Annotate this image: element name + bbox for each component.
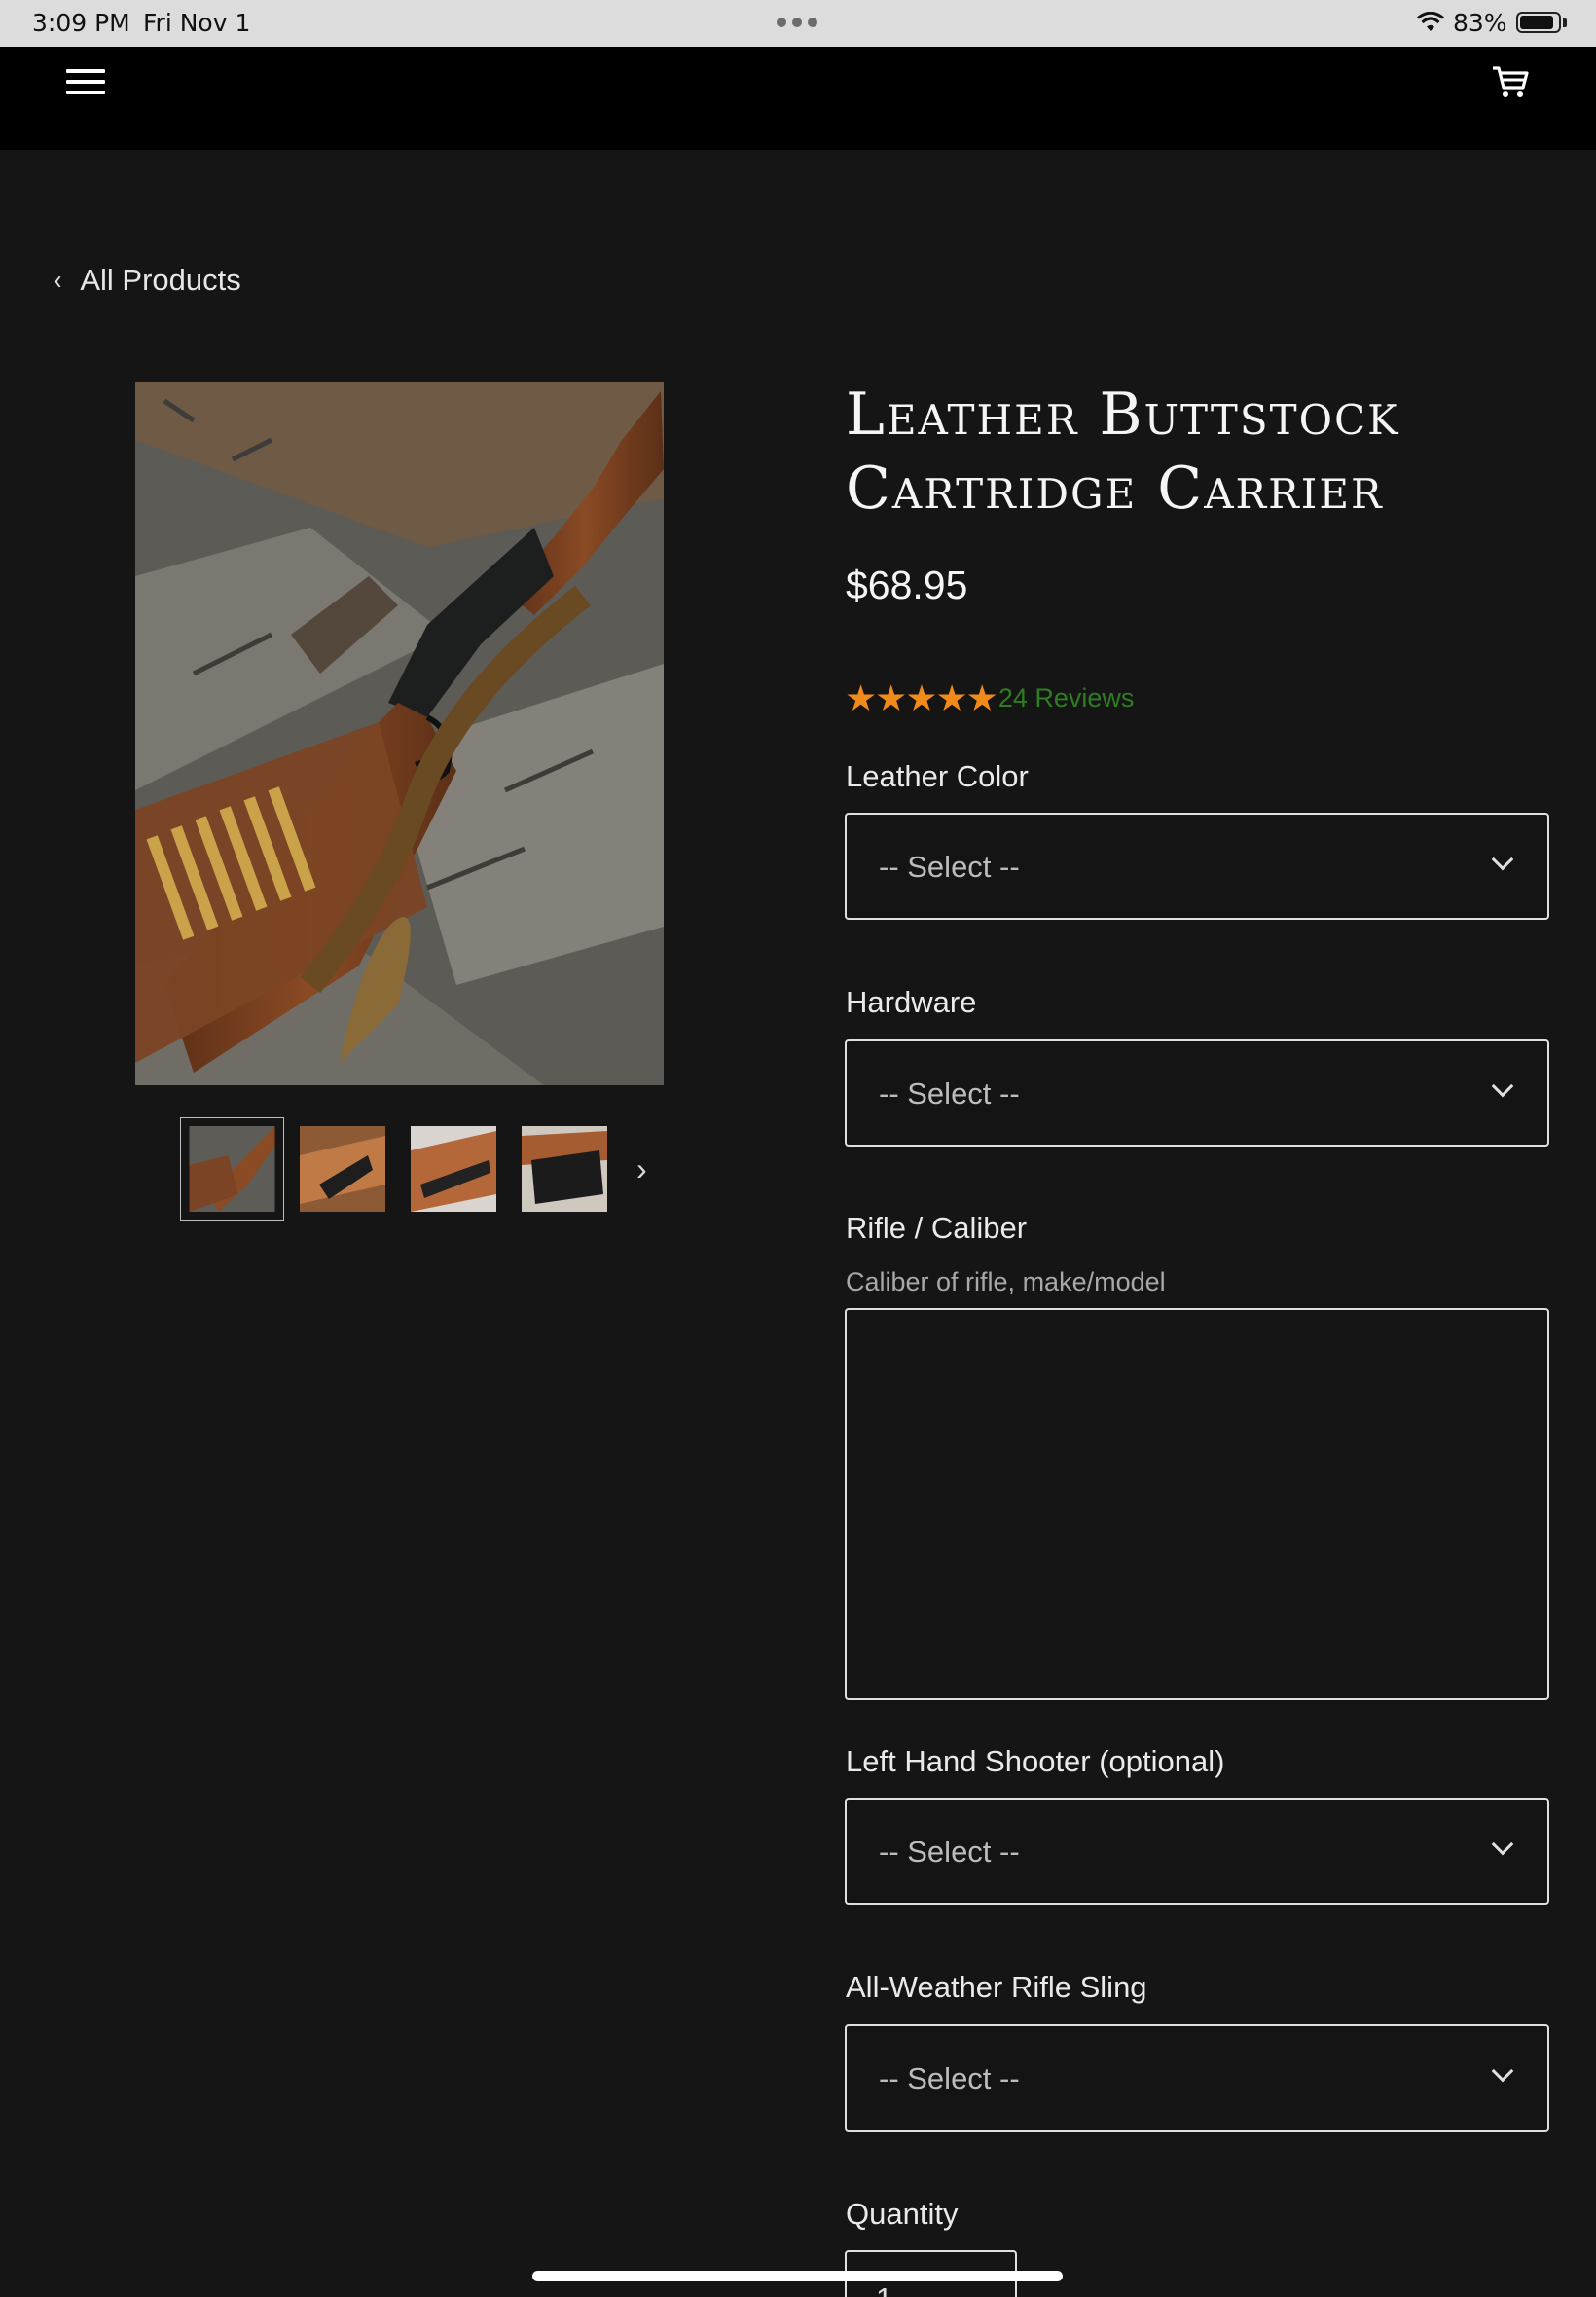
multitasking-dots-icon[interactable] <box>777 18 817 27</box>
wifi-icon <box>1417 12 1444 31</box>
status-time: 3:09 PM <box>32 9 130 37</box>
image-thumbnails: › <box>180 1117 647 1221</box>
left-hand-shooter-select[interactable]: -- Select -- <box>845 1798 1549 1905</box>
home-indicator[interactable] <box>532 2271 1063 2281</box>
rifle-sling-label: All-Weather Rifle Sling <box>846 1970 1147 2004</box>
rifle-caliber-textarea[interactable] <box>845 1308 1549 1700</box>
reviews-link[interactable]: 24 Reviews <box>998 683 1135 713</box>
battery-percent: 83% <box>1453 9 1507 37</box>
chevron-down-icon <box>1491 1833 1514 1856</box>
hamburger-menu-icon[interactable] <box>66 64 105 103</box>
shopping-cart-icon[interactable] <box>1489 60 1532 103</box>
rifle-sling-select[interactable]: -- Select -- <box>845 2024 1549 2132</box>
chevron-down-icon <box>1491 2060 1514 2083</box>
hardware-select[interactable]: -- Select -- <box>845 1039 1549 1147</box>
left-hand-shooter-label: Left Hand Shooter (optional) <box>846 1744 1225 1778</box>
rifle-sling-value: -- Select -- <box>879 2061 1020 2096</box>
rifle-caliber-help: Caliber of rifle, make/model <box>846 1267 1166 1296</box>
battery-icon <box>1516 12 1561 33</box>
back-to-all-products-link[interactable]: ‹ All Products <box>54 263 241 298</box>
leather-color-select[interactable]: -- Select -- <box>845 813 1549 920</box>
chevron-left-icon: ‹ <box>54 265 62 295</box>
product-rating: ★★★★★ 24 Reviews <box>845 677 1134 719</box>
product-page: 3:09 PM Fri Nov 1 83% ‹ All Products › L… <box>0 0 1596 2297</box>
rifle-caliber-label: Rifle / Caliber <box>846 1211 1028 1245</box>
hardware-value: -- Select -- <box>879 1076 1020 1111</box>
product-title: Leather Buttstock Cartridge Carrier <box>846 381 1400 523</box>
status-bar: 3:09 PM Fri Nov 1 83% <box>0 0 1596 47</box>
site-header <box>0 47 1596 150</box>
status-date: Fri Nov 1 <box>143 9 251 37</box>
back-link-label: All Products <box>80 263 241 297</box>
chevron-right-icon[interactable]: › <box>636 1151 647 1187</box>
product-price: $68.95 <box>846 563 968 607</box>
thumbnail-2[interactable] <box>300 1126 385 1212</box>
chevron-down-icon <box>1491 848 1514 871</box>
quantity-label: Quantity <box>846 2197 959 2231</box>
quantity-value: 1 <box>876 2281 892 2297</box>
hardware-label: Hardware <box>846 985 977 1019</box>
leather-color-label: Leather Color <box>846 759 1029 793</box>
left-hand-shooter-value: -- Select -- <box>879 1835 1020 1869</box>
thumbnail-4[interactable] <box>522 1126 607 1212</box>
star-rating-icon: ★★★★★ <box>845 678 998 718</box>
chevron-down-icon <box>1491 1075 1514 1098</box>
thumbnail-3[interactable] <box>411 1126 496 1212</box>
thumbnail-1[interactable] <box>180 1117 284 1221</box>
product-main-image[interactable] <box>135 382 664 1085</box>
leather-color-value: -- Select -- <box>879 850 1020 884</box>
